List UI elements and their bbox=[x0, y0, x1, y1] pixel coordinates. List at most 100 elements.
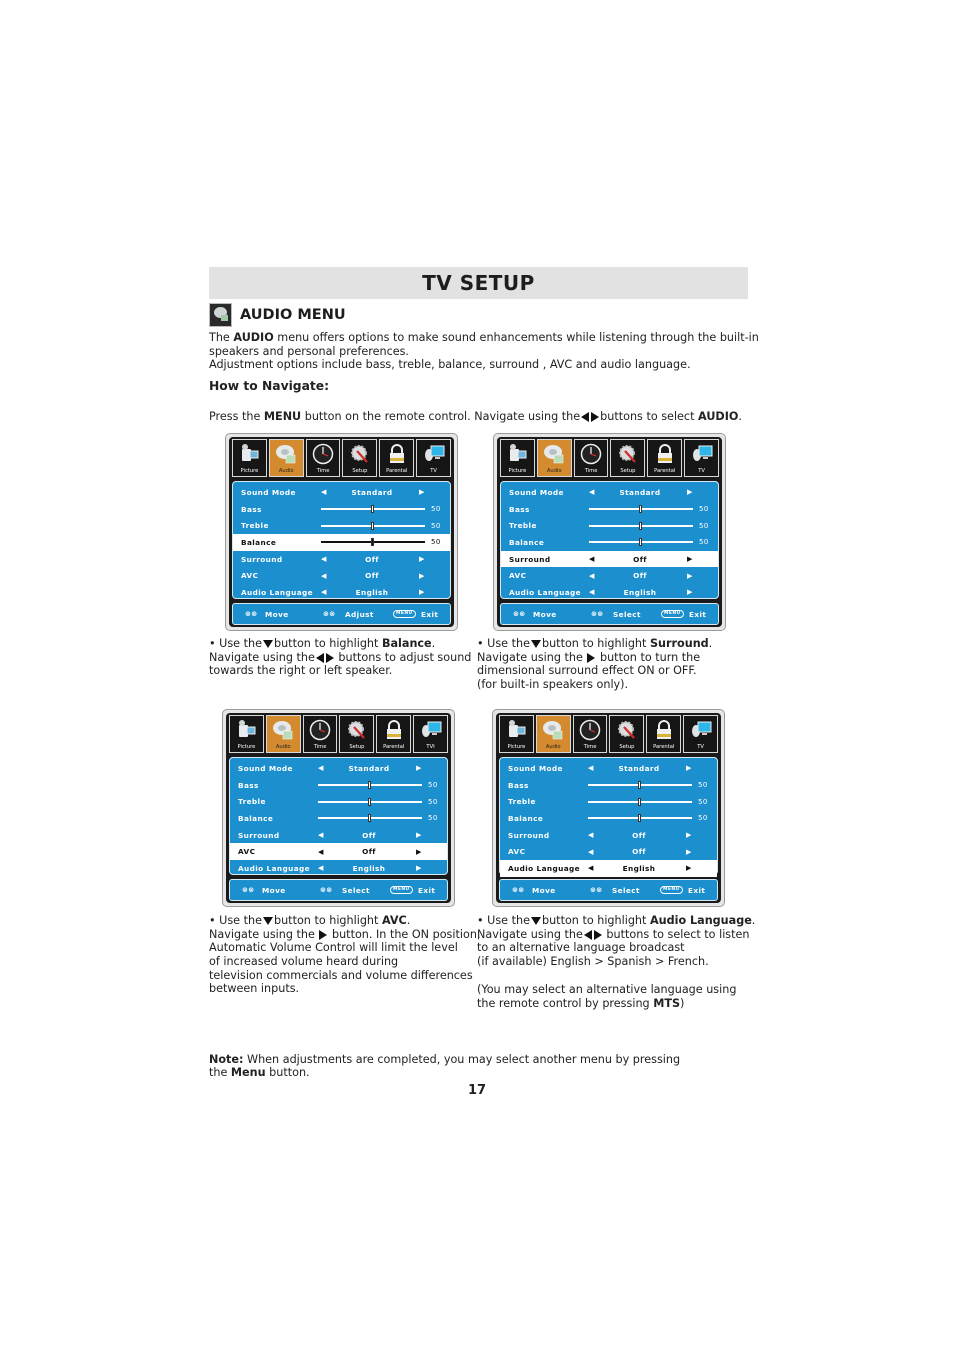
osd-tab-picture[interactable]: Picture bbox=[229, 715, 264, 753]
right-arrow-icon[interactable]: ▶ bbox=[686, 764, 692, 772]
slider-knob[interactable] bbox=[639, 521, 642, 530]
treble-slider[interactable] bbox=[321, 521, 425, 530]
osd-row-sound-mode[interactable]: Sound Mode ◀ Standard ▶ bbox=[230, 760, 447, 777]
osd-tab-time[interactable]: Time bbox=[305, 439, 341, 477]
osd-tab-parental[interactable]: Parental bbox=[379, 439, 415, 477]
osd-row-balance[interactable]: Balance 50 bbox=[500, 810, 717, 827]
right-arrow-icon[interactable]: ▶ bbox=[419, 555, 425, 563]
slider-knob[interactable] bbox=[368, 814, 371, 823]
bass-slider[interactable] bbox=[321, 505, 425, 514]
left-arrow-icon[interactable]: ◀ bbox=[588, 831, 594, 839]
osd-tab-time[interactable]: Time bbox=[572, 715, 608, 753]
osd-row-avc[interactable]: AVC ◀ Off ▶ bbox=[233, 567, 450, 584]
osd-row-surround[interactable]: Surround ◀ Off ▶ bbox=[233, 551, 450, 568]
right-arrow-icon[interactable]: ▶ bbox=[687, 555, 693, 563]
balance-slider[interactable] bbox=[588, 814, 692, 823]
left-arrow-icon[interactable]: ◀ bbox=[589, 488, 595, 496]
left-arrow-icon[interactable]: ◀ bbox=[588, 848, 594, 856]
osd-row-audio-language[interactable]: Audio Language ◀ English ▶ bbox=[230, 860, 447, 877]
slider-knob[interactable] bbox=[368, 781, 371, 790]
left-arrow-icon[interactable]: ◀ bbox=[321, 588, 327, 596]
osd-tab-tv[interactable]: TVI bbox=[413, 715, 448, 753]
bass-slider[interactable] bbox=[589, 505, 693, 514]
treble-slider[interactable] bbox=[588, 797, 692, 806]
osd-tab-setup[interactable]: Setup bbox=[610, 439, 646, 477]
osd-row-treble[interactable]: Treble 50 bbox=[233, 517, 450, 534]
left-arrow-icon[interactable]: ◀ bbox=[318, 831, 324, 839]
slider-knob[interactable] bbox=[371, 521, 374, 530]
osd-tab-setup[interactable]: Setup bbox=[339, 715, 375, 753]
osd-row-avc[interactable]: AVC ◀ Off ▶ bbox=[501, 567, 718, 584]
osd-row-treble[interactable]: Treble 50 bbox=[501, 517, 718, 534]
osd-tab-audio[interactable]: Audio bbox=[536, 439, 572, 477]
slider-knob[interactable] bbox=[638, 781, 641, 790]
balance-slider[interactable] bbox=[318, 814, 422, 823]
left-arrow-icon[interactable]: ◀ bbox=[318, 764, 324, 772]
osd-tab-picture[interactable]: Picture bbox=[232, 439, 267, 477]
right-arrow-icon[interactable]: ▶ bbox=[687, 588, 693, 596]
right-arrow-icon[interactable]: ▶ bbox=[686, 848, 692, 856]
treble-slider[interactable] bbox=[318, 797, 422, 806]
osd-row-surround[interactable]: Surround ◀ Off ▶ bbox=[501, 550, 718, 568]
left-arrow-icon[interactable]: ◀ bbox=[588, 764, 594, 772]
balance-slider[interactable] bbox=[589, 538, 693, 547]
osd-tab-audio[interactable]: Audio bbox=[268, 439, 304, 477]
osd-tab-parental[interactable]: Parental bbox=[646, 715, 682, 753]
osd-tab-parental[interactable]: Parental bbox=[647, 439, 683, 477]
slider-knob[interactable] bbox=[371, 505, 374, 514]
slider-knob[interactable] bbox=[638, 797, 641, 806]
osd-row-bass[interactable]: Bass 50 bbox=[501, 501, 718, 518]
osd-row-treble[interactable]: Treble 50 bbox=[230, 793, 447, 810]
right-arrow-icon[interactable]: ▶ bbox=[419, 588, 425, 596]
right-arrow-icon[interactable]: ▶ bbox=[416, 848, 422, 856]
osd-row-audio-language[interactable]: Audio Language ◀ English ▶ bbox=[233, 584, 450, 601]
osd-row-bass[interactable]: Bass 50 bbox=[230, 777, 447, 794]
osd-row-surround[interactable]: Surround ◀ Off ▶ bbox=[500, 827, 717, 844]
slider-knob[interactable] bbox=[639, 538, 642, 547]
left-arrow-icon[interactable]: ◀ bbox=[321, 555, 327, 563]
left-arrow-icon[interactable]: ◀ bbox=[589, 555, 595, 563]
osd-tab-tv[interactable]: TV bbox=[416, 439, 451, 477]
osd-tab-audio[interactable]: Audio bbox=[265, 715, 301, 753]
osd-row-balance[interactable]: Balance 50 bbox=[230, 810, 447, 827]
osd-row-treble[interactable]: Treble 50 bbox=[500, 793, 717, 810]
slider-knob[interactable] bbox=[371, 538, 374, 547]
osd-row-bass[interactable]: Bass 50 bbox=[233, 501, 450, 518]
right-arrow-icon[interactable]: ▶ bbox=[416, 764, 422, 772]
left-arrow-icon[interactable]: ◀ bbox=[318, 848, 324, 856]
osd-row-sound-mode[interactable]: Sound Mode ◀ Standard ▶ bbox=[233, 484, 450, 501]
osd-row-sound-mode[interactable]: Sound Mode ◀ Standard ▶ bbox=[501, 484, 718, 501]
treble-slider[interactable] bbox=[589, 521, 693, 530]
osd-row-bass[interactable]: Bass 50 bbox=[500, 777, 717, 794]
osd-tab-time[interactable]: Time bbox=[573, 439, 609, 477]
osd-tab-setup[interactable]: Setup bbox=[609, 715, 645, 753]
osd-row-balance[interactable]: Balance 50 bbox=[501, 534, 718, 551]
right-arrow-icon[interactable]: ▶ bbox=[416, 831, 422, 839]
slider-knob[interactable] bbox=[638, 814, 641, 823]
right-arrow-icon[interactable]: ▶ bbox=[686, 864, 692, 872]
left-arrow-icon[interactable]: ◀ bbox=[318, 864, 324, 872]
osd-tab-picture[interactable]: Picture bbox=[499, 715, 534, 753]
osd-row-avc[interactable]: AVC ◀ Off ▶ bbox=[500, 843, 717, 860]
osd-row-surround[interactable]: Surround ◀ Off ▶ bbox=[230, 827, 447, 844]
right-arrow-icon[interactable]: ▶ bbox=[686, 831, 692, 839]
right-arrow-icon[interactable]: ▶ bbox=[419, 488, 425, 496]
left-arrow-icon[interactable]: ◀ bbox=[321, 572, 327, 580]
osd-tab-tv[interactable]: TV bbox=[684, 439, 719, 477]
slider-knob[interactable] bbox=[639, 505, 642, 514]
right-arrow-icon[interactable]: ▶ bbox=[416, 864, 422, 872]
osd-tab-tv[interactable]: TV bbox=[683, 715, 718, 753]
left-arrow-icon[interactable]: ◀ bbox=[588, 864, 594, 872]
left-arrow-icon[interactable]: ◀ bbox=[321, 488, 327, 496]
osd-row-audio-language[interactable]: Audio Language ◀ English ▶ bbox=[501, 584, 718, 601]
bass-slider[interactable] bbox=[318, 781, 422, 790]
bass-slider[interactable] bbox=[588, 781, 692, 790]
osd-row-balance[interactable]: Balance 50 bbox=[233, 534, 450, 551]
slider-knob[interactable] bbox=[368, 797, 371, 806]
osd-tab-audio[interactable]: Audio bbox=[535, 715, 571, 753]
osd-tab-picture[interactable]: Picture bbox=[500, 439, 535, 477]
osd-tab-setup[interactable]: Setup bbox=[342, 439, 378, 477]
left-arrow-icon[interactable]: ◀ bbox=[589, 572, 595, 580]
osd-row-avc[interactable]: AVC ◀ Off ▶ bbox=[230, 843, 447, 861]
left-arrow-icon[interactable]: ◀ bbox=[589, 588, 595, 596]
